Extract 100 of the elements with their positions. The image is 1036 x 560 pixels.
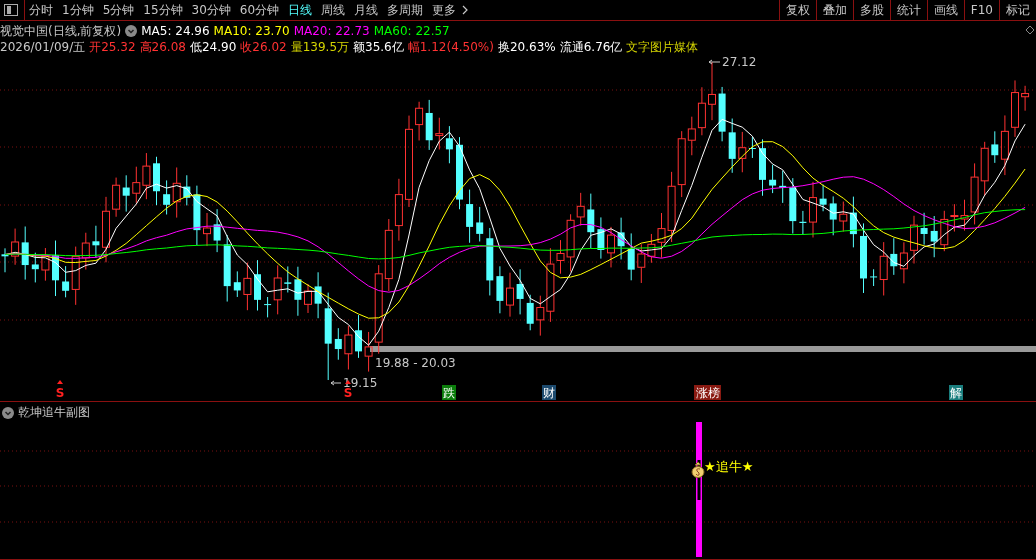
rising-candle — [809, 181, 817, 238]
falling-candle — [748, 136, 756, 159]
falling-candle — [183, 174, 191, 206]
price-label: 19.15 — [343, 376, 378, 390]
quote-field: 低24.90 — [189, 38, 237, 56]
dropdown-icon[interactable] — [125, 25, 138, 37]
quote-field: 换20.63% — [497, 38, 556, 56]
dropdown-icon[interactable] — [2, 406, 14, 419]
falling-candle — [920, 212, 928, 246]
rising-candle — [910, 215, 918, 264]
rising-candle — [203, 212, 211, 247]
falling-candle — [779, 170, 787, 204]
rising-candle — [243, 262, 252, 311]
panel-toggle-icon[interactable] — [4, 4, 18, 16]
falling-candle — [334, 327, 342, 361]
period-tab[interactable]: 60分钟 — [234, 0, 284, 20]
falling-candle — [62, 265, 70, 298]
rising-candle — [980, 141, 989, 197]
quote-field: 收26.02 — [240, 38, 287, 56]
rising-candle — [1011, 79, 1019, 138]
falling-candle — [264, 296, 272, 318]
rising-candle — [839, 201, 848, 233]
falling-candle — [829, 195, 837, 236]
money-bag-icon — [691, 461, 705, 478]
quote-field: 开25.32 — [89, 38, 136, 56]
period-tab[interactable]: 1分钟 — [57, 0, 98, 20]
falling-candle — [466, 189, 474, 244]
leader-line — [708, 59, 721, 65]
falling-candle — [163, 179, 171, 215]
period-tab[interactable]: 更多 — [427, 0, 461, 20]
chevron-right-icon[interactable] — [461, 4, 470, 16]
rising-candle — [273, 264, 282, 315]
rising-candle — [697, 86, 706, 136]
falling-candle — [526, 294, 534, 331]
falling-candle — [819, 184, 827, 212]
indicator-title: 乾坤追牛副图 — [18, 404, 90, 421]
rising-candle — [607, 226, 615, 268]
period-tab[interactable]: 5分钟 — [97, 0, 139, 20]
period-tab[interactable]: 周线 — [316, 0, 350, 20]
falling-candle — [153, 156, 160, 206]
moving-average-value: MA10: 23.70 — [213, 24, 290, 38]
rising-candle — [344, 325, 353, 370]
period-tab[interactable]: 多周期 — [382, 0, 428, 20]
rising-candle — [172, 167, 181, 219]
falling-candle — [849, 196, 857, 248]
rising-candle — [304, 283, 312, 314]
quote-field: 高26.08 — [139, 38, 186, 56]
quote-field: 量139.5万 — [290, 38, 349, 56]
rising-candle — [112, 177, 121, 218]
event-tag: 跌 — [442, 385, 456, 400]
rising-candle — [102, 196, 110, 263]
falling-candle — [254, 259, 261, 311]
falling-candle — [587, 193, 595, 249]
falling-candle — [496, 265, 504, 314]
falling-candle — [294, 266, 302, 317]
falling-candle — [718, 86, 726, 142]
quote-date: 2026/01/09/五 — [0, 38, 86, 56]
diamond-icon[interactable] — [1025, 25, 1035, 35]
moving-average-value: MA60: 22.57 — [373, 24, 450, 38]
falling-candle — [92, 225, 100, 259]
falling-candle — [213, 208, 221, 253]
event-tag: 解 — [949, 385, 963, 400]
quote-field: 文字图片媒体 — [626, 38, 699, 56]
falling-candle — [193, 185, 201, 246]
falling-candle — [769, 164, 777, 194]
period-tab[interactable]: 分时 — [24, 0, 57, 20]
falling-candle — [617, 217, 625, 260]
falling-candle — [799, 210, 807, 236]
moving-average-value: MA5: 24.96 — [141, 24, 210, 38]
falling-candle — [597, 216, 605, 260]
event-tag: 财 — [542, 385, 556, 400]
price-label: 19.88 - 20.03 — [375, 356, 456, 370]
falling-candle — [759, 138, 766, 197]
period-tab[interactable]: 月线 — [349, 0, 383, 20]
period-tab[interactable]: 15分钟 — [138, 0, 187, 20]
rising-candle — [142, 152, 151, 200]
falling-candle — [355, 314, 362, 359]
falling-candle — [890, 237, 898, 276]
falling-candle — [789, 177, 797, 234]
period-tab[interactable]: 30分钟 — [186, 0, 235, 20]
rising-candle — [637, 243, 646, 284]
rising-candle — [1000, 114, 1009, 176]
falling-candle — [21, 226, 29, 281]
falling-candle — [991, 130, 999, 164]
falling-candle — [445, 125, 453, 164]
signal-label: ★追牛★ — [704, 459, 754, 474]
falling-candle — [31, 252, 39, 283]
rising-candle — [879, 241, 888, 296]
period-tab[interactable]: 日线 — [283, 0, 317, 20]
rising-candle — [899, 241, 908, 284]
falling-candle — [122, 174, 130, 213]
rising-candle — [415, 101, 424, 141]
rising-candle — [132, 166, 141, 204]
falling-candle — [860, 222, 867, 294]
rising-candle — [41, 247, 50, 282]
quote-field: 流通6.76亿 — [559, 38, 623, 56]
stock-title: 视觉中国(日线,前复权) — [0, 22, 122, 40]
sell-signal-mark: S — [55, 380, 65, 400]
rising-candle — [708, 61, 716, 121]
rising-candle — [394, 178, 403, 242]
